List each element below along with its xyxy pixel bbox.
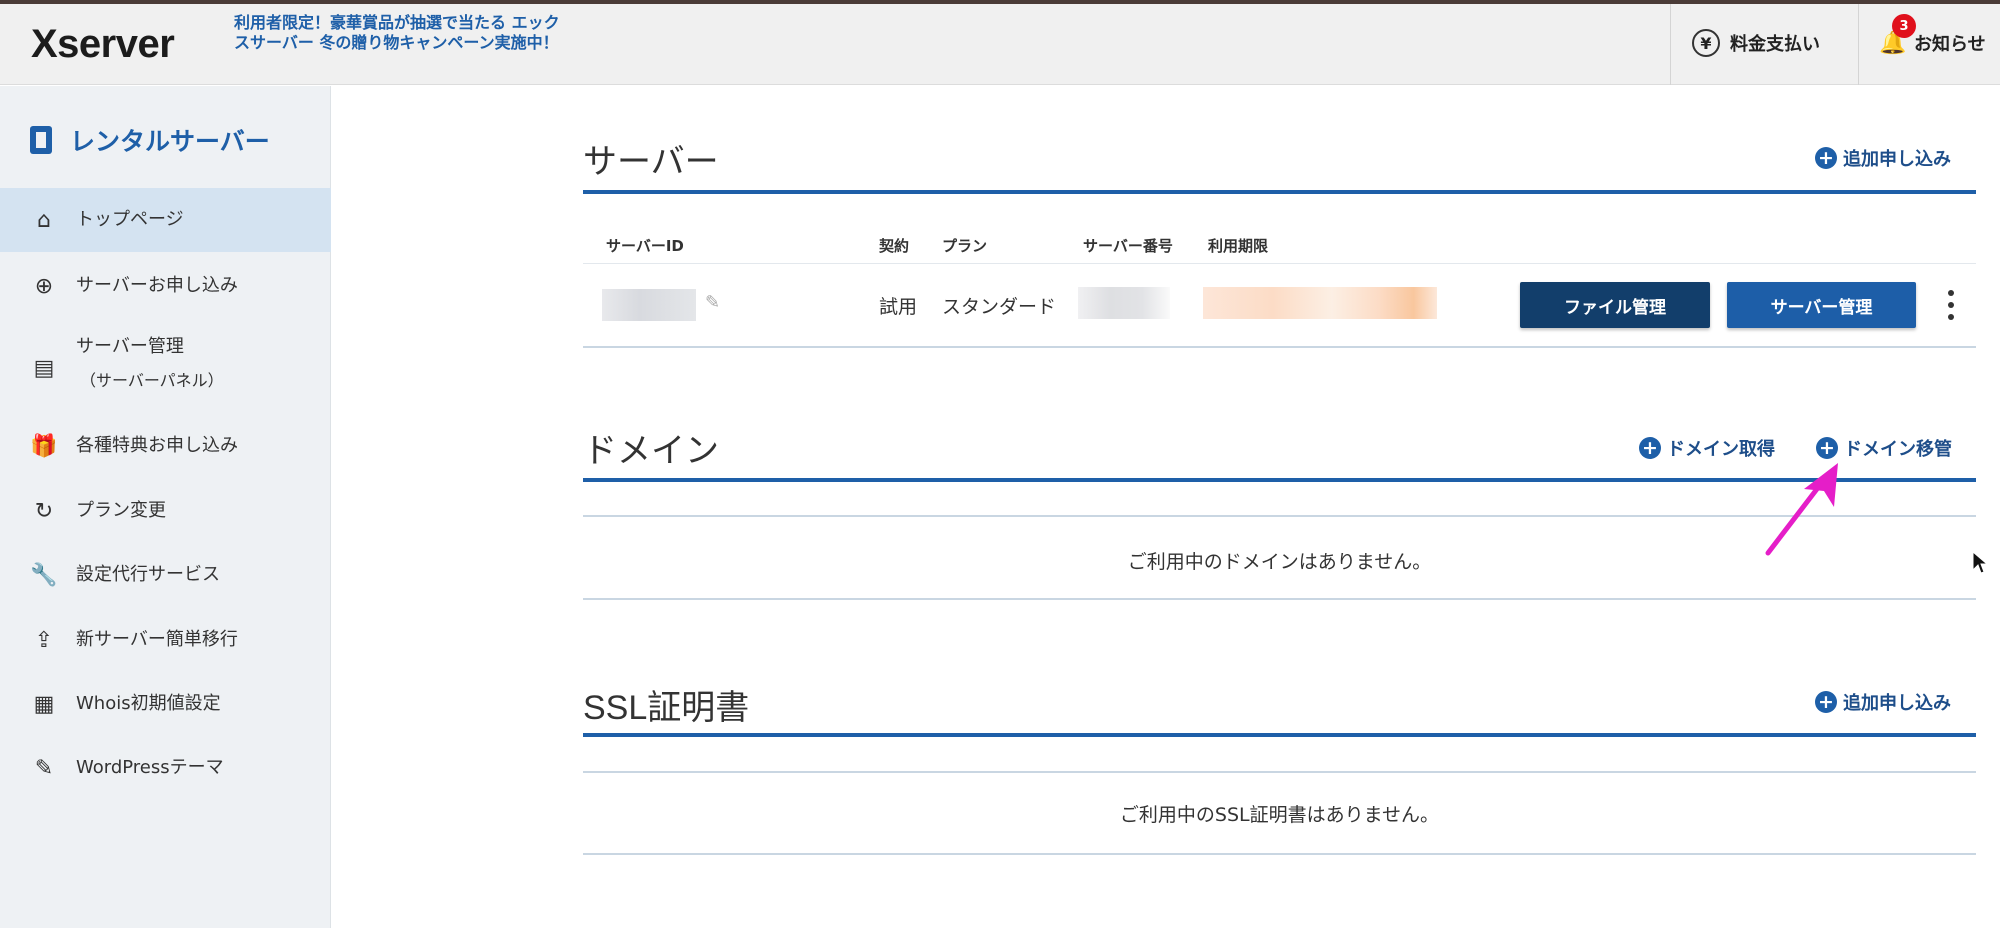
domain-transfer-label: ドメイン移管: [1844, 439, 1952, 460]
sidebar-item-server-apply[interactable]: ⊕ サーバーお申し込み: [0, 254, 331, 318]
edit-icon: ✎: [34, 755, 54, 781]
more-options-icon[interactable]: [1944, 287, 1958, 323]
bell-icon: 🔔 3: [1879, 14, 1916, 58]
server-id-redacted: [602, 289, 696, 321]
home-icon: ⌂: [37, 207, 51, 233]
header-divider: [1858, 4, 1859, 85]
server-icon: ▤: [33, 355, 55, 381]
plus-circle-icon: ⊕: [34, 273, 54, 299]
column-header-contract: 契約: [879, 237, 910, 255]
wrench-icon: 🔧: [30, 562, 58, 588]
plus-circle-icon: +: [1639, 437, 1661, 459]
domain-table-bottom-divider: [583, 598, 1976, 600]
sidebar-item-label: Whois初期値設定: [76, 693, 221, 714]
sidebar-item-server-migration[interactable]: ⇪ 新サーバー簡単移行: [0, 608, 331, 672]
column-header-server-number: サーバー番号: [1083, 237, 1173, 255]
table-header-divider: [583, 263, 1976, 264]
domain-section-title: ドメイン: [583, 432, 719, 470]
file-manager-button[interactable]: ファイル管理: [1520, 282, 1710, 328]
refresh-icon: ↻: [34, 498, 54, 524]
payment-link[interactable]: ¥ 料金支払い: [1692, 28, 1820, 58]
notification-count-badge: 3: [1892, 14, 1916, 38]
header-divider: [1670, 4, 1671, 85]
upload-icon: ⇪: [34, 627, 54, 653]
ssl-table-bottom-divider: [583, 853, 1976, 855]
plus-circle-icon: +: [1815, 691, 1837, 713]
server-number-redacted: [1078, 287, 1170, 319]
server-add-label: 追加申し込み: [1843, 149, 1951, 170]
annotation-arrow-icon: [1765, 463, 1838, 556]
ssl-section-rule: [583, 733, 1976, 737]
sidebar-item-benefits[interactable]: 🎁 各種特典お申し込み: [0, 414, 331, 478]
sidebar-title-label: レンタルサーバー: [70, 127, 270, 156]
contract-value: 試用: [879, 296, 918, 318]
sidebar-item-label: サーバー管理: [76, 336, 184, 357]
expiry-date-redacted: [1203, 287, 1437, 319]
document-icon: ▦: [33, 691, 55, 717]
sidebar-item-label: 設定代行サービス: [76, 564, 220, 585]
server-section-rule: [583, 190, 1976, 194]
plus-circle-icon: +: [1815, 147, 1837, 169]
server-manager-button[interactable]: サーバー管理: [1727, 282, 1916, 328]
sidebar-title[interactable]: レンタルサーバー: [30, 122, 270, 158]
server-row-divider: [583, 346, 1976, 348]
sidebar-item-setup-service[interactable]: 🔧 設定代行サービス: [0, 543, 331, 607]
ssl-empty-message: ご利用中のSSL証明書はありません。: [1119, 804, 1440, 826]
notifications-label: お知らせ: [1914, 34, 1986, 55]
sidebar-item-wordpress-theme[interactable]: ✎ WordPressテーマ: [0, 736, 331, 800]
sidebar-item-label: プラン変更: [76, 500, 166, 521]
sidebar-item-label: WordPressテーマ: [76, 757, 224, 778]
domain-acquire-label: ドメイン取得: [1667, 439, 1775, 460]
sidebar-item-label: トップページ: [76, 209, 184, 230]
column-header-expiry: 利用期限: [1208, 237, 1269, 255]
sidebar-item-label: サーバーお申し込み: [76, 275, 238, 296]
payment-label: 料金支払い: [1730, 34, 1820, 55]
sidebar-item-server-panel[interactable]: ▤ サーバー管理 （サーバーパネル）: [0, 326, 331, 410]
ssl-section-title: SSL証明書: [583, 689, 750, 727]
column-header-server-id: サーバーID: [606, 237, 684, 255]
server-section-title: サーバー: [583, 143, 719, 181]
sidebar: レンタルサーバー ⌂ トップページ ⊕ サーバーお申し込み ▤ サーバー管理 （…: [0, 86, 331, 928]
ssl-add-label: 追加申し込み: [1843, 693, 1951, 714]
sidebar-item-plan-change[interactable]: ↻ プラン変更: [0, 479, 331, 543]
yen-icon: ¥: [1692, 29, 1720, 57]
domain-acquire-link[interactable]: + ドメイン取得: [1639, 435, 1775, 461]
sidebar-item-whois-defaults[interactable]: ▦ Whois初期値設定: [0, 672, 331, 736]
sidebar-item-label: 各種特典お申し込み: [76, 435, 238, 456]
notifications-link[interactable]: 🔔 3 お知らせ: [1879, 14, 1986, 58]
ssl-table-top-divider: [583, 771, 1976, 773]
sidebar-item-label: 新サーバー簡単移行: [76, 629, 238, 650]
campaign-banner-link[interactable]: 利用者限定！豪華賞品が抽選で当たる エックスサーバー 冬の贈り物キャンペーン実施…: [234, 13, 564, 53]
sidebar-item-sublabel: （サーバーパネル）: [80, 371, 224, 390]
server-add-application-link[interactable]: + 追加申し込み: [1815, 145, 1951, 171]
xserver-logo[interactable]: Xserver: [31, 22, 175, 67]
rental-server-icon: [30, 126, 52, 154]
edit-pencil-icon[interactable]: ✎: [705, 292, 720, 313]
plan-value: スタンダード: [942, 296, 1057, 318]
gift-icon: 🎁: [30, 433, 58, 459]
mouse-cursor-icon: [1972, 551, 1988, 574]
sidebar-item-top-page[interactable]: ⌂ トップページ: [0, 188, 331, 252]
column-header-plan: プラン: [942, 237, 988, 255]
ssl-add-application-link[interactable]: + 追加申し込み: [1815, 689, 1951, 715]
